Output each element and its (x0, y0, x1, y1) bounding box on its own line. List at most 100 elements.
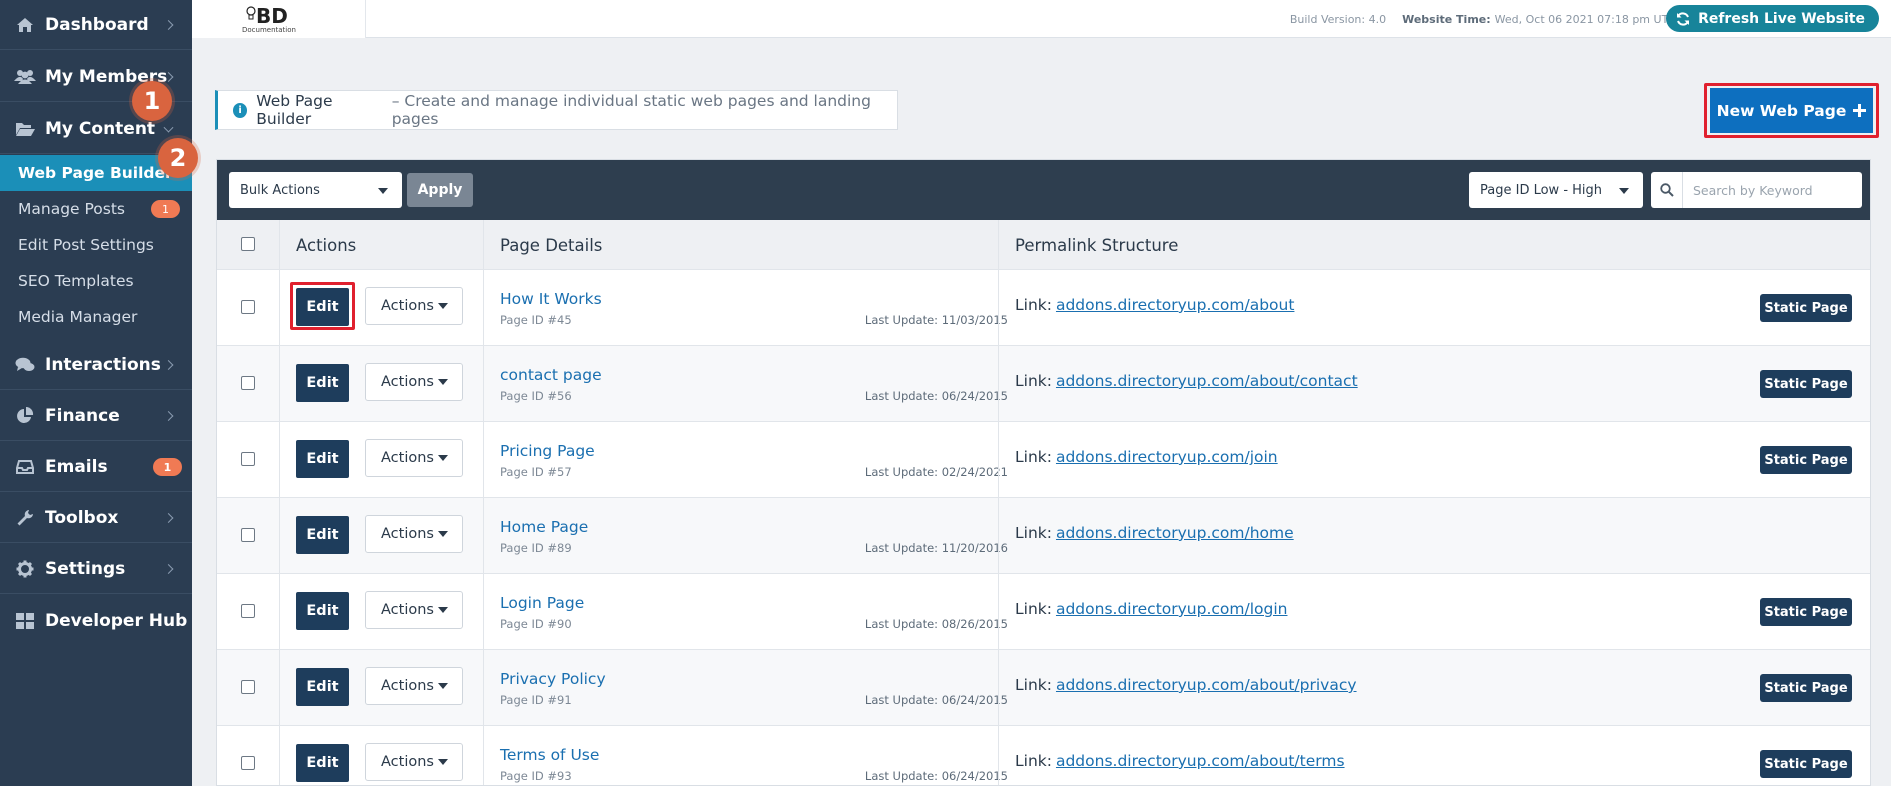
sidebar-item-settings[interactable]: Settings (0, 544, 192, 594)
static-page-badge[interactable]: Static Page (1760, 674, 1852, 702)
gear-icon (14, 560, 36, 578)
inbox-icon (14, 459, 36, 475)
permalink-url[interactable]: addons.directoryup.com/join (1056, 448, 1278, 466)
actions-dropdown[interactable]: Actions (365, 591, 463, 629)
refresh-live-website-button[interactable]: Refresh Live Website (1666, 5, 1879, 32)
page-title-link[interactable]: Pricing Page (500, 442, 595, 460)
users-icon (14, 69, 36, 85)
sidebar-item-label: Interactions (45, 354, 161, 375)
actions-dropdown[interactable]: Actions (365, 515, 463, 553)
highlight-box (290, 282, 355, 330)
link-label: Link: (1015, 296, 1052, 314)
bulk-actions-select[interactable]: Bulk Actions (229, 172, 402, 208)
permalink: Link: addons.directoryup.com/login (1015, 600, 1287, 618)
top-bar: BD Documentation Build Version: 4.0 Webs… (192, 0, 1891, 38)
caret-down-icon (438, 607, 448, 613)
permalink: Link: addons.directoryup.com/about (1015, 296, 1294, 314)
static-page-badge[interactable]: Static Page (1760, 750, 1852, 778)
static-page-badge[interactable]: Static Page (1760, 370, 1852, 398)
permalink: Link: addons.directoryup.com/about/contac… (1015, 372, 1358, 390)
chevron-right-icon (163, 410, 174, 421)
edit-button[interactable]: Edit (296, 364, 349, 402)
sidebar-subitem-label: Web Page Builder (18, 164, 173, 182)
edit-button[interactable]: Edit (296, 668, 349, 706)
sidebar-item-finance[interactable]: Finance (0, 391, 192, 441)
static-page-badge[interactable]: Static Page (1760, 294, 1852, 322)
link-label: Link: (1015, 372, 1052, 390)
row-checkbox[interactable] (241, 604, 255, 618)
actions-dropdown[interactable]: Actions (365, 743, 463, 781)
column-divider (483, 220, 484, 785)
step-marker-2: 2 (158, 138, 198, 178)
permalink-url[interactable]: addons.directoryup.com/login (1056, 600, 1288, 618)
row-checkbox[interactable] (241, 680, 255, 694)
static-page-badge[interactable]: Static Page (1760, 598, 1852, 626)
last-update: Last Update: 11/20/2016 (864, 541, 1008, 555)
search-input[interactable] (1683, 173, 1853, 207)
new-web-page-button[interactable]: New Web Page (1710, 88, 1873, 133)
actions-label: Actions (381, 374, 434, 390)
sidebar-subitem-seo-templates[interactable]: SEO Templates (0, 263, 192, 299)
actions-dropdown[interactable]: Actions (365, 667, 463, 705)
page-title-link[interactable]: How It Works (500, 290, 602, 308)
sidebar-item-label: Finance (45, 405, 120, 426)
permalink-url[interactable]: addons.directoryup.com/about/privacy (1056, 676, 1357, 694)
logo-text: BD (256, 4, 288, 28)
sidebar-subitem-manage-posts[interactable]: Manage Posts 1 (0, 191, 192, 227)
plus-icon (1853, 104, 1867, 117)
sidebar-item-toolbox[interactable]: Toolbox (0, 493, 192, 543)
permalink: Link: addons.directoryup.com/about/terms (1015, 752, 1345, 770)
caret-down-icon (378, 188, 388, 194)
page-id: Page ID #93 (500, 769, 572, 783)
edit-button[interactable]: Edit (296, 516, 349, 554)
sidebar-item-emails[interactable]: Emails 1 (0, 442, 192, 492)
actions-dropdown[interactable]: Actions (365, 439, 463, 477)
actions-dropdown[interactable]: Actions (365, 287, 463, 325)
page-id: Page ID #90 (500, 617, 572, 631)
row-checkbox[interactable] (241, 452, 255, 466)
chat-icon (14, 357, 36, 373)
static-page-badge[interactable]: Static Page (1760, 446, 1852, 474)
edit-button[interactable]: Edit (296, 592, 349, 630)
sidebar: Dashboard My Members My Content Web Page… (0, 0, 198, 786)
table-row: Edit Actions Terms of Use Page ID #93 Last U… (217, 726, 1870, 785)
logo[interactable]: BD Documentation (192, 0, 366, 38)
caret-down-icon (438, 531, 448, 537)
sidebar-subitem-edit-post-settings[interactable]: Edit Post Settings (0, 227, 192, 263)
link-label: Link: (1015, 676, 1052, 694)
sidebar-item-interactions[interactable]: Interactions (0, 340, 192, 390)
actions-dropdown[interactable]: Actions (365, 363, 463, 401)
column-header-permalink: Permalink Structure (1015, 235, 1179, 255)
row-checkbox[interactable] (241, 376, 255, 390)
link-label: Link: (1015, 600, 1052, 618)
permalink: Link: addons.directoryup.com/about/privac… (1015, 676, 1357, 694)
sidebar-item-developer-hub[interactable]: Developer Hub (0, 596, 192, 646)
sidebar-subitem-label: Manage Posts (18, 200, 126, 218)
select-all-checkbox[interactable] (241, 237, 255, 251)
apply-button[interactable]: Apply (407, 173, 473, 207)
caret-down-icon (438, 683, 448, 689)
permalink-url[interactable]: addons.directoryup.com/about/contact (1056, 372, 1358, 390)
search-box[interactable] (1651, 172, 1862, 208)
row-checkbox[interactable] (241, 528, 255, 542)
row-checkbox[interactable] (241, 300, 255, 314)
top-meta: Build Version: 4.0 Website Time: Wed, Oc… (1290, 0, 1711, 38)
page-title-link[interactable]: Home Page (500, 518, 588, 536)
edit-button[interactable]: Edit (296, 440, 349, 478)
sidebar-subitem-media-manager[interactable]: Media Manager (0, 299, 192, 335)
page-title-link[interactable]: Privacy Policy (500, 670, 606, 688)
refresh-icon (1677, 11, 1690, 26)
permalink-url[interactable]: addons.directoryup.com/about (1056, 296, 1294, 314)
last-update: Last Update: 06/24/2015 (864, 769, 1008, 783)
sidebar-item-dashboard[interactable]: Dashboard (0, 0, 192, 50)
sort-select[interactable]: Page ID Low - High (1469, 172, 1643, 208)
page-id: Page ID #89 (500, 541, 572, 555)
sidebar-item-label: Emails (45, 456, 108, 477)
edit-button[interactable]: Edit (296, 744, 349, 782)
row-checkbox[interactable] (241, 756, 255, 770)
page-title-link[interactable]: Login Page (500, 594, 584, 612)
page-title-link[interactable]: Terms of Use (500, 746, 599, 764)
permalink-url[interactable]: addons.directoryup.com/home (1056, 524, 1294, 542)
page-title-link[interactable]: contact page (500, 366, 602, 384)
permalink-url[interactable]: addons.directoryup.com/about/terms (1056, 752, 1345, 770)
